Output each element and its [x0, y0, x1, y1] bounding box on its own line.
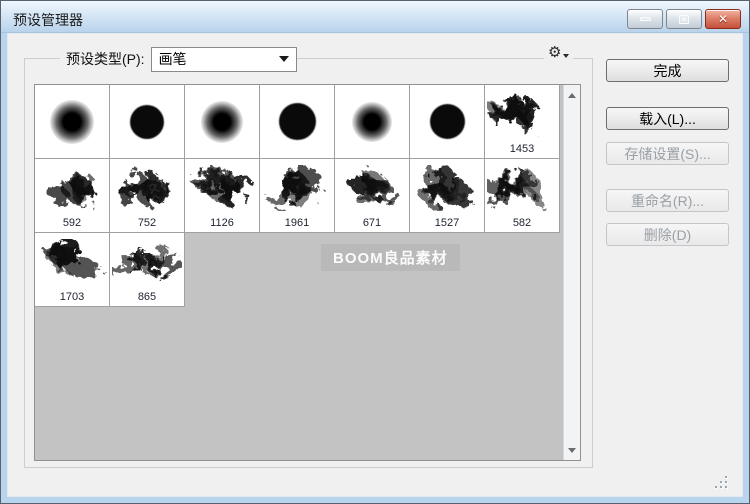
brush-list: 1453 592 752 1126 1961 671 1527 582 1703 865 — [34, 84, 581, 461]
resize-grip[interactable] — [713, 476, 729, 492]
brush-label: 592 — [63, 217, 81, 230]
brush-label: 865 — [138, 291, 156, 304]
splatter-brush-thumbnail — [110, 233, 184, 291]
brush-cell[interactable]: 1527 — [410, 159, 485, 233]
maximize-icon — [679, 15, 689, 24]
soft-brush-thumbnail — [185, 85, 259, 158]
brush-cell[interactable]: 1961 — [260, 159, 335, 233]
brush-label: 1527 — [435, 217, 459, 230]
preset-manager-dialog: 预设管理器 ✕ 预设类型(P): 画笔 ⚙ 145 — [0, 0, 750, 504]
brush-cell[interactable]: 1453 — [485, 85, 560, 159]
delete-button: 删除(D) — [606, 223, 729, 246]
preset-type-row: 预设类型(P): 画笔 — [60, 46, 297, 72]
brush-label: 752 — [138, 217, 156, 230]
splatter-brush-thumbnail — [410, 159, 484, 217]
preset-type-label: 预设类型(P): — [60, 49, 151, 69]
brush-cell[interactable]: 592 — [35, 159, 110, 233]
splatter-brush-thumbnail — [260, 159, 334, 217]
brush-cell[interactable] — [260, 85, 335, 159]
splatter-brush-thumbnail — [185, 159, 259, 217]
title-bar[interactable]: 预设管理器 ✕ — [1, 1, 749, 33]
minimize-icon — [640, 17, 651, 21]
scroll-down-icon — [568, 448, 576, 453]
chevron-down-icon — [279, 56, 289, 62]
brush-label: 1126 — [210, 217, 234, 230]
brush-label: 1703 — [60, 291, 84, 304]
brush-cell[interactable]: 1126 — [185, 159, 260, 233]
soft-brush-thumbnail — [335, 85, 409, 158]
brush-cell[interactable] — [35, 85, 110, 159]
brush-label: 1961 — [285, 217, 309, 230]
brush-cell[interactable]: 1703 — [35, 233, 110, 307]
brush-cell[interactable]: 752 — [110, 159, 185, 233]
splatter-brush-thumbnail — [110, 159, 184, 217]
gear-icon: ⚙ — [548, 44, 561, 61]
dialog-body: 预设类型(P): 画笔 ⚙ 1453 592 752 1126 1961 671 1527 5… — [7, 33, 743, 497]
scroll-up-icon — [568, 93, 576, 98]
brush-cell[interactable] — [185, 85, 260, 159]
splatter-brush-thumbnail — [485, 159, 559, 217]
preset-menu-button[interactable]: ⚙ — [544, 44, 573, 61]
scrollbar[interactable] — [563, 85, 580, 460]
brush-label: 582 — [513, 217, 531, 230]
done-button[interactable]: 完成 — [606, 59, 729, 82]
brush-grid: 1453 592 752 1126 1961 671 1527 582 1703 865 — [35, 85, 560, 307]
hard-brush-thumbnail — [260, 85, 334, 158]
brush-cell[interactable] — [410, 85, 485, 159]
hard-brush-thumbnail — [410, 85, 484, 158]
soft-brush-thumbnail — [35, 85, 109, 158]
scroll-up-button[interactable] — [564, 87, 580, 103]
brush-cell[interactable]: 865 — [110, 233, 185, 307]
hard-brush-thumbnail — [110, 85, 184, 158]
splatter-brush-thumbnail — [485, 85, 559, 143]
splatter-brush-thumbnail — [335, 159, 409, 217]
splatter-brush-thumbnail — [35, 159, 109, 217]
preset-type-select[interactable]: 画笔 — [151, 47, 297, 72]
maximize-button[interactable] — [666, 9, 702, 29]
brush-cell[interactable] — [110, 85, 185, 159]
menu-caret-icon — [563, 54, 569, 58]
save-set-button: 存储设置(S)... — [606, 142, 729, 165]
window-title: 预设管理器 — [13, 10, 83, 30]
scroll-down-button[interactable] — [564, 442, 580, 458]
brush-label: 671 — [363, 217, 381, 230]
close-icon: ✕ — [718, 13, 728, 25]
brush-label: 1453 — [510, 143, 534, 156]
minimize-button[interactable] — [627, 9, 663, 29]
brush-cell[interactable]: 582 — [485, 159, 560, 233]
window-controls: ✕ — [627, 9, 741, 29]
watermark-text: BOOM良品素材 — [321, 244, 460, 271]
preset-type-value: 画笔 — [152, 49, 187, 69]
brush-cell[interactable]: 671 — [335, 159, 410, 233]
load-button[interactable]: 载入(L)... — [606, 107, 729, 130]
rename-button: 重命名(R)... — [606, 189, 729, 212]
close-button[interactable]: ✕ — [705, 9, 741, 29]
splatter-brush-thumbnail — [35, 233, 109, 291]
brush-cell[interactable] — [335, 85, 410, 159]
